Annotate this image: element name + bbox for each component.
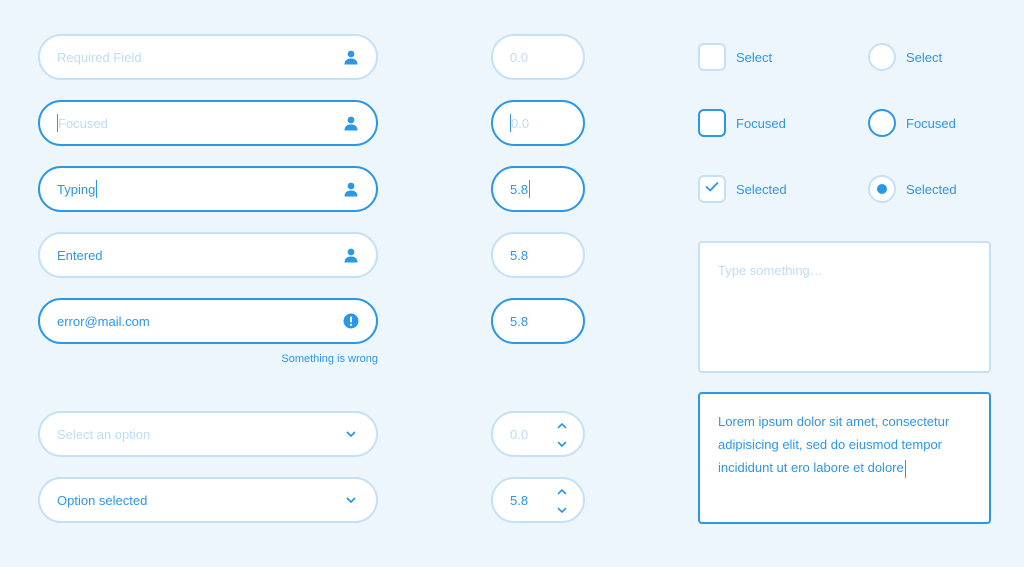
radio-selected-label: Selected [906, 182, 957, 197]
stepper-controls [557, 417, 567, 451]
stepper-filled[interactable]: 5.8 [491, 477, 585, 523]
number-input-default[interactable]: 0.0 [491, 34, 585, 80]
focused-field-input[interactable]: Focused [38, 100, 378, 146]
number-value: 5.8 [510, 313, 529, 329]
error-field-input[interactable]: error@mail.com [38, 298, 378, 344]
text-caret [96, 180, 98, 198]
required-field-input[interactable]: Required Field [38, 34, 378, 80]
select-value: Option selected [57, 492, 148, 508]
user-icon [343, 247, 359, 263]
select-filled[interactable]: Option selected [38, 477, 378, 523]
radio-focused[interactable] [868, 109, 896, 137]
error-message: Something is wrong [281, 353, 378, 365]
number-placeholder: 0.0 [511, 115, 530, 131]
textarea-value: Lorem ipsum dolor sit amet, consectetur … [718, 414, 950, 475]
textarea-empty[interactable]: Type something… [698, 241, 991, 373]
chevron-down-icon [343, 492, 359, 508]
chevron-down-icon[interactable] [557, 502, 567, 517]
select-empty[interactable]: Select an option [38, 411, 378, 457]
user-icon [343, 49, 359, 65]
number-input-typing[interactable]: 5.8 [491, 166, 585, 212]
textarea-filled[interactable]: Lorem ipsum dolor sit amet, consectetur … [698, 392, 991, 524]
chevron-down-icon [343, 426, 359, 442]
user-icon [343, 115, 359, 131]
stepper-placeholder: 0.0 [510, 426, 529, 442]
radio-default[interactable] [868, 43, 896, 71]
typing-field-input[interactable]: Typing [38, 166, 378, 212]
checkbox-default-label: Select [736, 50, 773, 65]
stepper-controls [557, 483, 567, 517]
error-field-value: error@mail.com [57, 313, 150, 329]
textarea-placeholder: Type something… [718, 263, 823, 278]
chevron-down-icon[interactable] [557, 436, 567, 451]
checkmark-icon [705, 180, 719, 198]
checkbox-selected-label: Selected [736, 182, 787, 197]
checkbox-focused-label: Focused [736, 116, 786, 131]
number-input-active[interactable]: 5.8 [491, 298, 585, 344]
number-placeholder: 0.0 [510, 49, 529, 65]
chevron-up-icon[interactable] [557, 417, 567, 432]
entered-field-input[interactable]: Entered [38, 232, 378, 278]
number-input-entered[interactable]: 5.8 [491, 232, 585, 278]
radio-selected[interactable] [868, 175, 896, 203]
checkbox-selected[interactable] [698, 175, 726, 203]
alert-icon [343, 313, 359, 329]
radio-focused-label: Focused [906, 116, 956, 131]
checkbox-default[interactable] [698, 43, 726, 71]
stepper-empty[interactable]: 0.0 [491, 411, 585, 457]
focused-field-placeholder: Focused [58, 115, 108, 131]
text-caret [529, 180, 531, 198]
number-value: 5.8 [510, 181, 529, 197]
chevron-up-icon[interactable] [557, 483, 567, 498]
user-icon [343, 181, 359, 197]
number-value: 5.8 [510, 247, 529, 263]
stepper-value: 5.8 [510, 492, 529, 508]
entered-field-value: Entered [57, 247, 103, 263]
radio-dot [877, 184, 887, 194]
checkbox-focused[interactable] [698, 109, 726, 137]
required-field-placeholder: Required Field [57, 49, 142, 65]
number-input-focused[interactable]: 0.0 [491, 100, 585, 146]
radio-default-label: Select [906, 50, 943, 65]
typing-field-value: Typing [57, 181, 96, 197]
text-caret [904, 459, 906, 478]
select-placeholder: Select an option [57, 426, 151, 442]
